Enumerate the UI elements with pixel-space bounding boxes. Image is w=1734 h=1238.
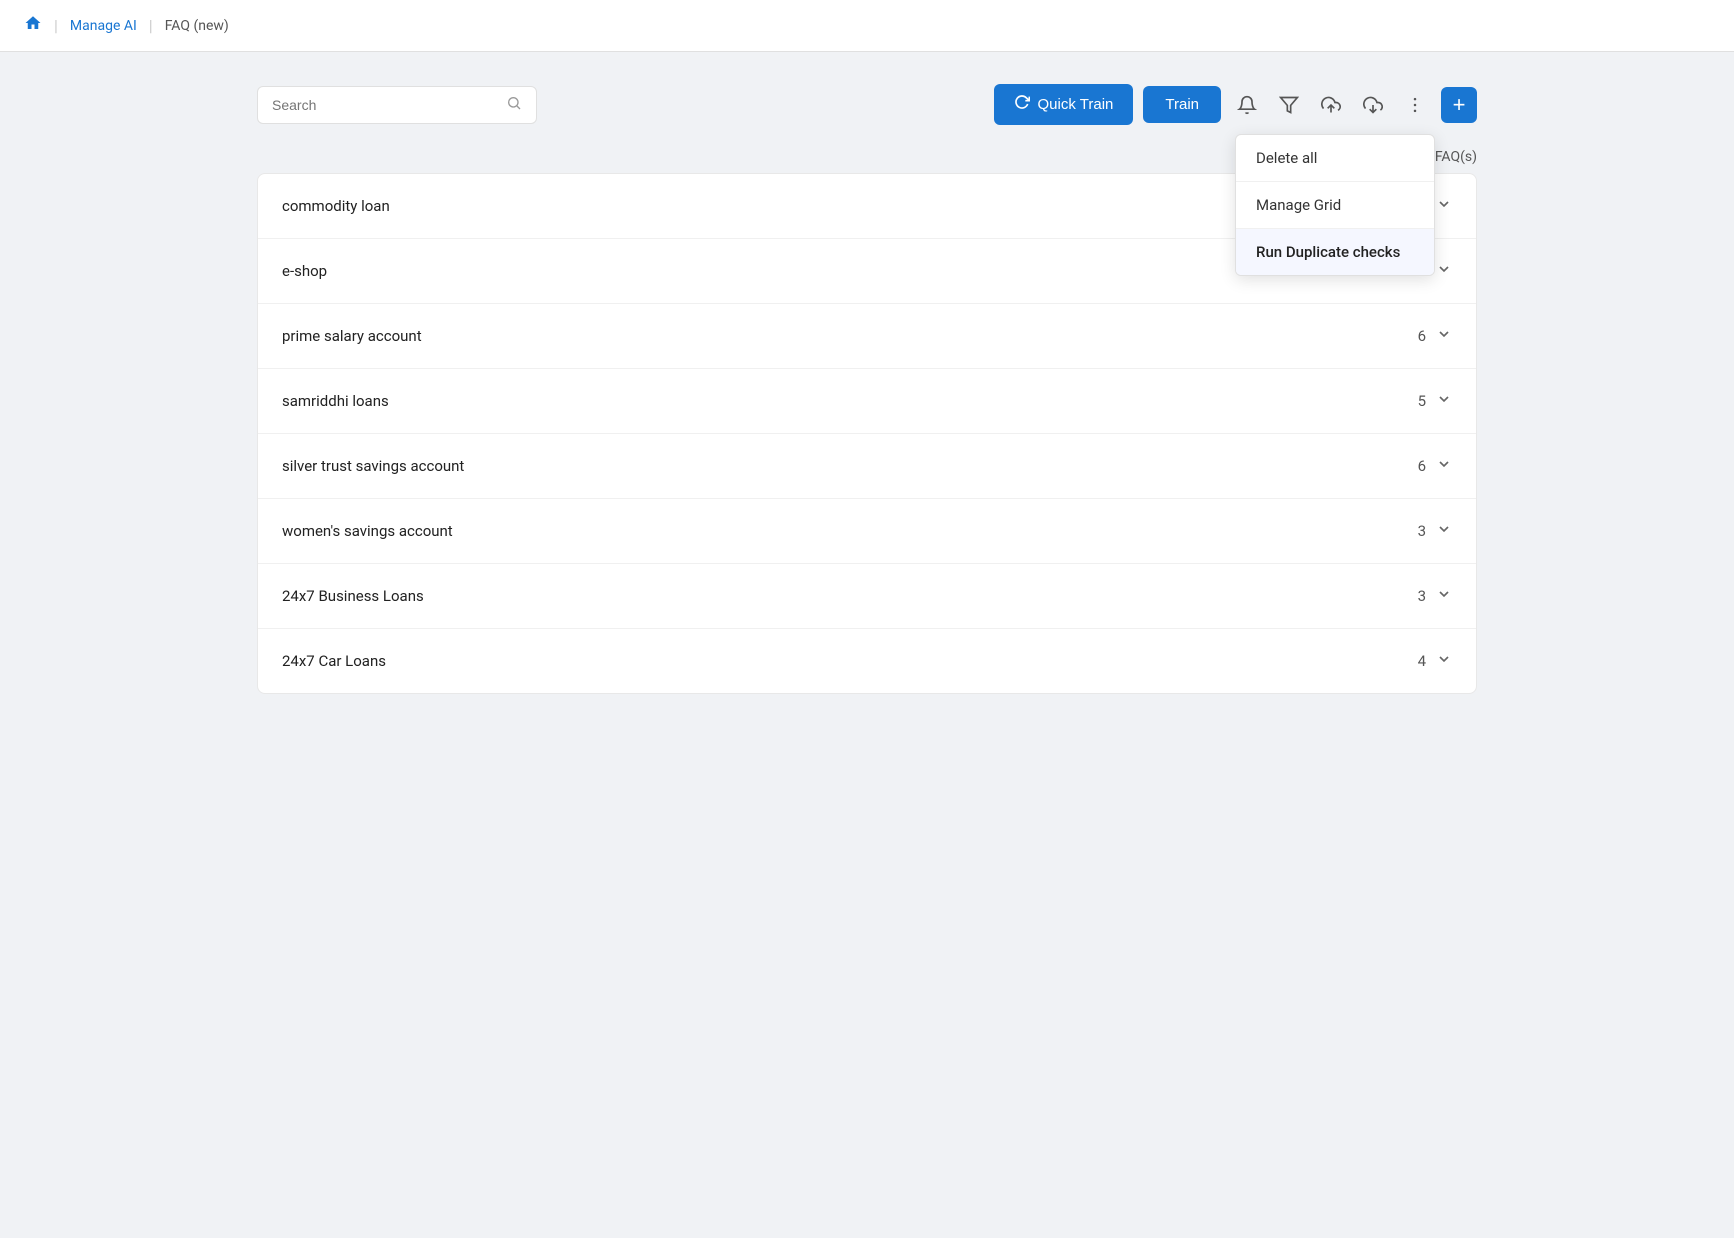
faq-name: silver trust savings account <box>282 457 464 475</box>
chevron-down-icon <box>1436 391 1452 411</box>
faq-item-24x7-business[interactable]: 24x7 Business Loans 3 <box>258 564 1476 629</box>
chevron-down-icon <box>1436 261 1452 281</box>
faq-right: 6 <box>1418 456 1452 476</box>
upload-button[interactable] <box>1315 89 1347 121</box>
chevron-down-icon <box>1436 456 1452 476</box>
faq-right: 3 <box>1418 586 1452 606</box>
faq-right: 5 <box>1418 391 1452 411</box>
chevron-down-icon <box>1436 196 1452 216</box>
faq-name: commodity loan <box>282 197 390 215</box>
dropdown-menu: Delete all Manage Grid Run Duplicate che… <box>1235 134 1435 276</box>
top-nav: | Manage AI | FAQ (new) <box>0 0 1734 52</box>
current-page-label: FAQ (new) <box>165 18 229 34</box>
more-options-button[interactable] <box>1399 89 1431 121</box>
faq-item-24x7-car[interactable]: 24x7 Car Loans 4 <box>258 629 1476 693</box>
faq-item-prime-salary[interactable]: prime salary account 6 <box>258 304 1476 369</box>
faq-right: 4 <box>1418 651 1452 671</box>
faq-item-womens-savings[interactable]: women's savings account 3 <box>258 499 1476 564</box>
faq-count: 6 <box>1418 457 1426 475</box>
chevron-down-icon <box>1436 586 1452 606</box>
faq-name: 24x7 Car Loans <box>282 652 386 670</box>
dropdown-item-run-duplicate[interactable]: Run Duplicate checks <box>1236 229 1434 275</box>
notification-button[interactable] <box>1231 89 1263 121</box>
add-icon: + <box>1453 94 1466 116</box>
quick-train-label: Quick Train <box>1038 96 1114 113</box>
search-box[interactable] <box>257 86 537 124</box>
nav-separator-2: | <box>149 16 153 35</box>
home-icon[interactable] <box>24 14 42 37</box>
quick-train-button[interactable]: Quick Train <box>994 84 1134 125</box>
faq-item-samriddhi[interactable]: samriddhi loans 5 <box>258 369 1476 434</box>
faq-count: 5 <box>1418 392 1426 410</box>
add-button[interactable]: + <box>1441 87 1477 123</box>
faq-name: 24x7 Business Loans <box>282 587 424 605</box>
train-button[interactable]: Train <box>1143 86 1221 123</box>
dropdown-item-manage-grid[interactable]: Manage Grid <box>1236 182 1434 229</box>
download-button[interactable] <box>1357 89 1389 121</box>
faq-name: prime salary account <box>282 327 422 345</box>
search-input[interactable] <box>272 97 498 113</box>
faq-count: 3 <box>1418 587 1426 605</box>
sync-icon <box>1014 94 1030 115</box>
faq-right: 6 <box>1418 326 1452 346</box>
train-label: Train <box>1165 96 1199 113</box>
faq-right: 3 <box>1418 521 1452 541</box>
dropdown-item-delete-all[interactable]: Delete all <box>1236 135 1434 182</box>
faq-count: 3 <box>1418 522 1426 540</box>
manage-ai-link[interactable]: Manage AI <box>70 18 137 34</box>
faq-count: 6 <box>1418 327 1426 345</box>
chevron-down-icon <box>1436 521 1452 541</box>
faq-name: samriddhi loans <box>282 392 389 410</box>
toolbar: Quick Train Train <box>257 84 1477 125</box>
filter-button[interactable] <box>1273 89 1305 121</box>
chevron-down-icon <box>1436 326 1452 346</box>
main-content: Quick Train Train <box>217 52 1517 726</box>
faq-name: women's savings account <box>282 522 453 540</box>
faq-item-silver-trust[interactable]: silver trust savings account 6 <box>258 434 1476 499</box>
faq-name: e-shop <box>282 262 327 280</box>
nav-separator-1: | <box>54 16 58 35</box>
faq-count: 4 <box>1418 652 1426 670</box>
toolbar-right: Quick Train Train <box>994 84 1477 125</box>
chevron-down-icon <box>1436 651 1452 671</box>
search-icon <box>506 95 522 115</box>
